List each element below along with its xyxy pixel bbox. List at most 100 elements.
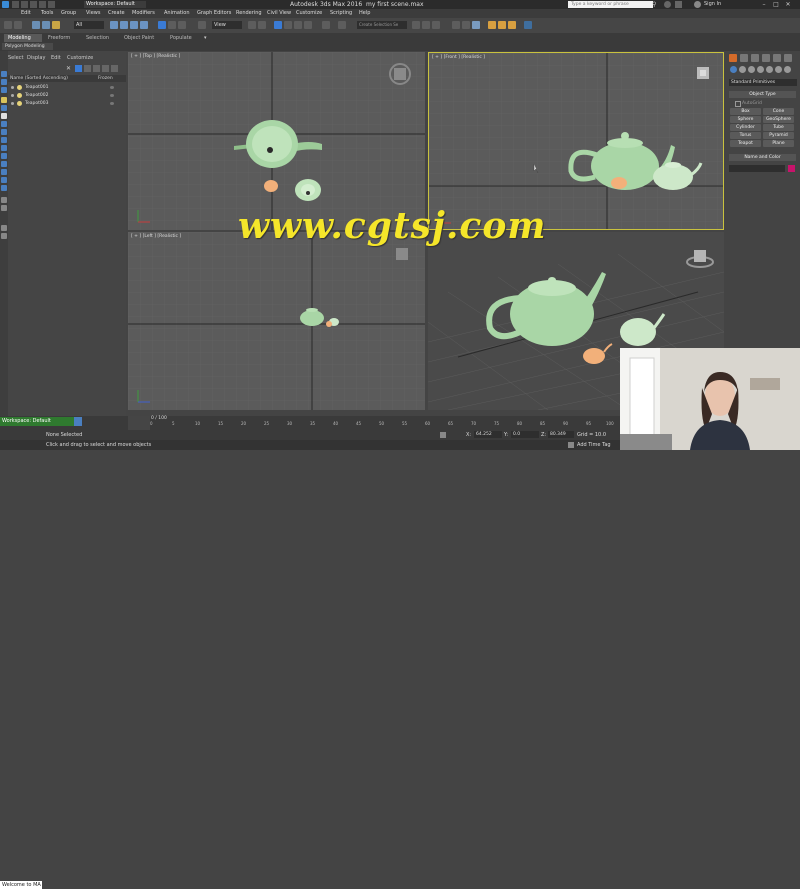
redo-icon[interactable] — [48, 1, 55, 8]
display-hidden-icon[interactable] — [1, 185, 7, 191]
col-frozen[interactable]: Frozen — [98, 75, 113, 82]
window-crossing-icon[interactable] — [140, 21, 148, 29]
new-file-icon[interactable] — [12, 1, 19, 8]
menu-customize[interactable]: Customize — [296, 9, 322, 18]
selection-filter-dropdown[interactable]: All — [74, 21, 104, 29]
display-children-icon[interactable] — [1, 197, 7, 203]
display-frozen-icon[interactable] — [1, 177, 7, 183]
space-warps-icon[interactable] — [775, 66, 782, 73]
layers-icon[interactable] — [102, 65, 109, 72]
select-manipulate-icon[interactable] — [258, 21, 266, 29]
reference-coordinate-dropdown[interactable]: View — [212, 21, 242, 29]
workspace-dropdown[interactable]: Workspace: Default — [84, 1, 146, 8]
menu-animation[interactable]: Animation — [164, 9, 190, 18]
display-xrefs-icon[interactable] — [1, 153, 7, 159]
close-button[interactable]: ✕ — [784, 1, 792, 8]
app-logo-icon[interactable] — [2, 1, 9, 8]
tab-populate[interactable]: Populate — [170, 34, 192, 42]
menu-graph-editors[interactable]: Graph Editors — [197, 9, 231, 18]
display-containers-icon[interactable] — [1, 169, 7, 175]
rectangle-selection-icon[interactable] — [130, 21, 138, 29]
select-and-move-icon[interactable] — [158, 21, 166, 29]
percent-snap-icon[interactable] — [294, 21, 302, 29]
col-name[interactable]: Name (Sorted Ascending) — [10, 75, 68, 82]
save-file-icon[interactable] — [30, 1, 37, 8]
menu-create[interactable]: Create — [108, 9, 125, 18]
viewport-label[interactable]: [ + ] [Front ] [Realistic ] — [432, 55, 485, 60]
menu-group[interactable]: Group — [61, 9, 76, 18]
menu-views[interactable]: Views — [86, 9, 100, 18]
utilities-tab-icon[interactable] — [784, 54, 792, 62]
lights-icon[interactable] — [748, 66, 755, 73]
select-mode-icon[interactable] — [75, 65, 82, 72]
viewport-label[interactable]: [ + ] [Left ] [Realistic ] — [131, 234, 181, 239]
lock-icon[interactable] — [93, 65, 100, 72]
z-coordinate-field[interactable]: 80.349 — [548, 431, 574, 438]
box-button[interactable]: Box — [730, 108, 761, 115]
named-selection-dropdown[interactable]: Create Selection Se — [357, 21, 407, 29]
maximize-button[interactable]: □ — [772, 1, 780, 8]
tab-modeling[interactable]: Modeling — [4, 34, 42, 42]
scene-menu-edit[interactable]: Edit — [51, 54, 61, 62]
filter-icon[interactable] — [84, 65, 91, 72]
motion-tab-icon[interactable] — [762, 54, 770, 62]
select-and-scale-icon[interactable] — [178, 21, 186, 29]
frozen-icon[interactable] — [110, 94, 114, 97]
unlink-icon[interactable] — [42, 21, 50, 29]
exchange-icon[interactable] — [675, 1, 682, 8]
spinner-snap-icon[interactable] — [304, 21, 312, 29]
menu-rendering[interactable]: Rendering — [236, 9, 262, 18]
scene-menu-display[interactable]: Display — [27, 54, 45, 62]
visibility-icon[interactable] — [11, 94, 14, 97]
ribbon-options-icon[interactable]: ▾ — [204, 35, 212, 41]
curve-editor-icon[interactable] — [452, 21, 460, 29]
display-none-icon[interactable] — [1, 71, 7, 77]
a360-render-icon[interactable] — [524, 21, 532, 29]
x-coordinate-field[interactable]: 64.252 — [474, 431, 502, 438]
menu-edit[interactable]: Edit — [21, 9, 31, 18]
viewport-front[interactable]: [ + ] [Front ] [Realistic ] — [428, 52, 724, 230]
filter-icon[interactable] — [1, 233, 7, 239]
render-setup-icon[interactable] — [488, 21, 496, 29]
display-groups-icon[interactable] — [1, 145, 7, 151]
options-icon[interactable] — [111, 65, 118, 72]
frozen-icon[interactable] — [110, 86, 114, 89]
display-all-icon[interactable] — [1, 79, 7, 85]
display-geometry-icon[interactable] — [1, 97, 7, 103]
material-editor-icon[interactable] — [472, 21, 480, 29]
object-color-swatch[interactable] — [788, 165, 795, 172]
timeline-prev-icon[interactable] — [128, 416, 150, 430]
table-row[interactable]: Teapot003 — [8, 100, 126, 107]
viewport-label[interactable]: [ + ] [Top ] [Realistic ] — [131, 54, 180, 59]
display-tab-icon[interactable] — [773, 54, 781, 62]
snaps-toggle-icon[interactable] — [274, 21, 282, 29]
ribbon-toggle-icon[interactable] — [432, 21, 440, 29]
cylinder-button[interactable]: Cylinder — [730, 124, 761, 131]
cameras-icon[interactable] — [757, 66, 764, 73]
primitive-category-dropdown[interactable]: Standard Primitives — [729, 79, 797, 86]
open-file-icon[interactable] — [21, 1, 28, 8]
display-helpers-icon[interactable] — [1, 129, 7, 135]
sign-in-link[interactable]: Sign In — [704, 0, 721, 9]
display-bones-icon[interactable] — [1, 161, 7, 167]
tab-selection[interactable]: Selection — [86, 34, 109, 42]
systems-icon[interactable] — [784, 66, 791, 73]
workspace-selector[interactable]: Workspace: Default — [0, 417, 74, 426]
time-ruler[interactable]: 0 5 10 15 20 25 30 35 40 45 50 55 60 65 … — [150, 421, 618, 430]
maxscript-listener[interactable]: Welcome to MA — [0, 881, 42, 889]
pivot-center-icon[interactable] — [248, 21, 256, 29]
maxscript-icon[interactable] — [74, 417, 82, 426]
rendered-frame-window-icon[interactable] — [498, 21, 506, 29]
scene-menu-customize[interactable]: Customize — [67, 54, 93, 62]
display-influences-icon[interactable] — [1, 205, 7, 211]
schematic-view-icon[interactable] — [462, 21, 470, 29]
minimize-button[interactable]: – — [760, 1, 768, 8]
render-production-icon[interactable] — [508, 21, 516, 29]
table-row[interactable]: Teapot002 — [8, 92, 126, 99]
autogrid-checkbox[interactable] — [735, 101, 741, 107]
pyramid-button[interactable]: Pyramid — [763, 132, 794, 139]
object-name[interactable]: Teapot003 — [25, 100, 48, 107]
link-icon[interactable] — [32, 21, 40, 29]
shapes-icon[interactable] — [739, 66, 746, 73]
geometry-icon[interactable] — [730, 66, 737, 73]
